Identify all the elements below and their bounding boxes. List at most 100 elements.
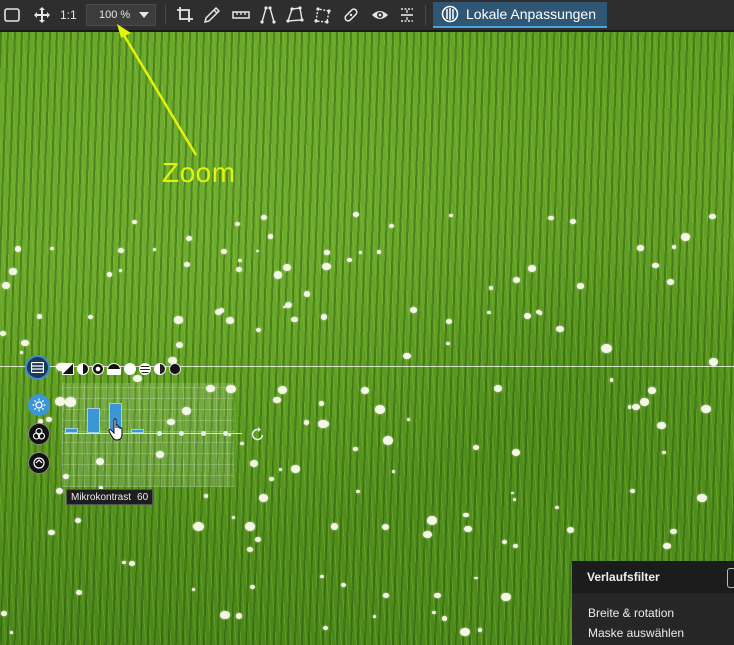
heal-icon[interactable] xyxy=(339,3,363,27)
highlights-icon[interactable] xyxy=(139,363,151,375)
adjustment-point[interactable] xyxy=(179,431,184,436)
chevron-down-icon xyxy=(139,12,149,18)
perspective-quad-icon[interactable] xyxy=(283,3,307,27)
clover-flower xyxy=(218,308,224,313)
contrast-icon[interactable] xyxy=(77,363,89,375)
layer-menu-button[interactable] xyxy=(25,355,50,380)
clover-flower xyxy=(513,543,519,549)
clover-flower xyxy=(410,307,417,313)
clover-flower xyxy=(403,352,411,360)
clover-flower xyxy=(273,396,281,403)
clover-flower xyxy=(382,592,390,598)
perspective-vertical-icon[interactable] xyxy=(256,3,280,27)
photo-canvas[interactable] xyxy=(0,32,734,645)
eyedropper-icon[interactable] xyxy=(200,3,224,27)
adjustment-point[interactable] xyxy=(157,431,162,436)
clover-flower xyxy=(250,459,259,467)
clover-flower xyxy=(389,224,394,229)
clover-flower xyxy=(434,593,441,599)
panel-item-width-rotation[interactable]: Breite & rotation xyxy=(572,603,734,623)
panel-item-select-mask[interactable]: Maske auswählen xyxy=(572,623,734,643)
clover-flower xyxy=(709,213,717,220)
clover-flower xyxy=(152,248,157,252)
gradient-filter-panel: Verlaufsfilter Breite & rotation Maske a… xyxy=(572,561,734,645)
clover-flower xyxy=(555,506,559,510)
clover-flower xyxy=(346,257,353,263)
color-button[interactable] xyxy=(28,423,50,445)
clover-flower xyxy=(512,498,516,501)
ratio-1-1-button[interactable]: 1:1 xyxy=(60,8,77,22)
color-icon xyxy=(32,427,46,440)
clover-flower xyxy=(255,327,261,333)
adjustment-bar[interactable] xyxy=(65,428,78,433)
clover-flower xyxy=(500,592,511,601)
clover-flower xyxy=(267,233,274,239)
clover-flower xyxy=(372,614,377,618)
frame-icon[interactable] xyxy=(0,3,24,27)
clover-flower xyxy=(291,465,301,473)
clover-flower xyxy=(548,215,554,221)
clover-flower xyxy=(512,276,520,283)
clover-flower xyxy=(203,494,208,498)
perspective-rect-icon[interactable] xyxy=(311,3,335,27)
exposure-icon[interactable] xyxy=(62,363,74,375)
clover-flower xyxy=(235,613,243,619)
clarity-icon[interactable] xyxy=(154,363,166,375)
clover-flower xyxy=(632,403,641,411)
light-icon xyxy=(32,398,46,412)
microcontrast-icon[interactable] xyxy=(92,363,104,375)
layers-icon xyxy=(31,362,44,373)
clover-flower xyxy=(528,265,537,273)
clover-flower xyxy=(225,316,235,325)
adjustment-bar[interactable] xyxy=(87,408,100,433)
compare-split-icon[interactable] xyxy=(395,3,419,27)
adjustment-bar[interactable] xyxy=(131,429,144,433)
clover-flower xyxy=(76,590,83,596)
clover-flower xyxy=(463,513,469,518)
clover-flower xyxy=(374,405,385,414)
detail-button[interactable] xyxy=(28,452,50,474)
clover-flower xyxy=(406,417,411,422)
adjustment-grid[interactable] xyxy=(62,383,234,487)
adjustment-point[interactable] xyxy=(201,431,206,436)
black-icon[interactable] xyxy=(169,363,181,375)
toolbar-divider xyxy=(425,5,426,25)
clover-flower xyxy=(648,387,656,394)
clover-flower xyxy=(353,447,358,452)
clover-flower xyxy=(254,536,261,542)
local-adjustments-button[interactable]: Lokale Anpassungen xyxy=(433,2,607,28)
clover-flower xyxy=(671,245,676,250)
panel-collapse-handle[interactable] xyxy=(727,568,734,588)
clover-flower xyxy=(175,341,184,348)
local-adjustments-icon xyxy=(441,5,459,23)
reset-icon[interactable] xyxy=(250,426,266,442)
shadows-icon[interactable] xyxy=(107,363,121,375)
clover-flower xyxy=(231,516,236,520)
straighten-icon[interactable] xyxy=(229,3,253,27)
zoom-select[interactable]: 100 % xyxy=(86,4,156,26)
crop-icon[interactable] xyxy=(173,3,197,27)
clover-flower xyxy=(273,271,283,279)
light-button[interactable] xyxy=(28,394,50,416)
move-icon[interactable] xyxy=(30,3,54,27)
hand-cursor-icon xyxy=(108,418,123,441)
clover-flower xyxy=(285,302,293,309)
adjustment-baseline xyxy=(64,433,242,434)
clover-flower xyxy=(600,344,612,354)
adjustment-point[interactable] xyxy=(223,431,228,436)
clover-flower xyxy=(234,222,240,227)
clover-flower xyxy=(460,627,471,636)
clover-flower xyxy=(119,269,123,272)
circle-icon[interactable] xyxy=(124,363,136,375)
tooltip-value: 60 xyxy=(137,491,149,503)
clover-flower xyxy=(319,574,324,578)
panel-header[interactable]: Verlaufsfilter xyxy=(572,561,734,593)
clover-flower xyxy=(639,398,649,406)
clover-flower xyxy=(282,305,286,309)
clover-flower xyxy=(382,524,390,531)
clover-flower xyxy=(488,285,494,290)
clover-flower xyxy=(630,489,636,494)
clover-flower xyxy=(391,469,396,473)
preview-eye-icon[interactable] xyxy=(368,3,392,27)
clover-flower xyxy=(235,266,242,272)
